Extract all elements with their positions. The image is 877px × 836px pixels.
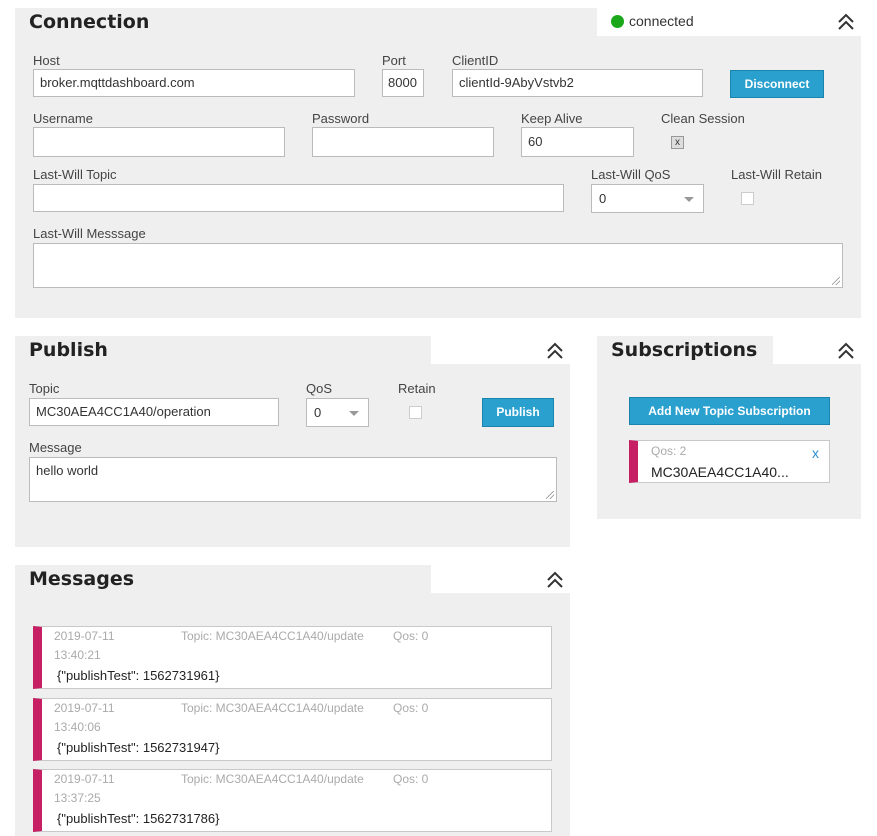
remove-subscription-icon[interactable]: x	[812, 445, 819, 461]
message-time: 13:37:25	[54, 791, 101, 805]
resize-grip-icon[interactable]	[546, 491, 554, 499]
lastwill-qos-value: 0	[599, 191, 607, 206]
connection-status: connected	[611, 13, 694, 29]
clean-session-label: Clean Session	[661, 111, 745, 126]
messages-title: Messages	[15, 565, 431, 593]
chevron-down-icon	[684, 196, 694, 202]
password-input[interactable]	[312, 127, 494, 157]
lastwill-topic-input[interactable]	[33, 184, 564, 212]
lastwill-qos-label: Last-Will QoS	[591, 167, 671, 182]
lastwill-message-textarea[interactable]	[33, 243, 843, 288]
status-text: connected	[629, 13, 694, 29]
publish-message-textarea[interactable]: hello world	[29, 457, 557, 502]
username-input[interactable]	[33, 127, 285, 157]
publish-topic-input[interactable]: MC30AEA4CC1A40/operation	[29, 398, 279, 426]
message-item[interactable]: 2019-07-11 13:37:25 Topic: MC30AEA4CC1A4…	[33, 769, 552, 832]
port-input[interactable]: 8000	[382, 69, 424, 97]
password-label: Password	[312, 111, 370, 126]
disconnect-button[interactable]: Disconnect	[730, 70, 824, 98]
chevron-down-icon	[349, 410, 359, 416]
username-label: Username	[33, 111, 93, 126]
subscription-topic: MC30AEA4CC1A40...	[651, 464, 789, 480]
publish-qos-select[interactable]: 0	[306, 398, 369, 427]
lastwill-message-label: Last-Will Messsage	[33, 226, 146, 241]
resize-grip-icon[interactable]	[832, 277, 840, 285]
message-item[interactable]: 2019-07-11 13:40:21 Topic: MC30AEA4CC1A4…	[33, 626, 552, 689]
message-date: 2019-07-11	[54, 772, 115, 786]
message-date: 2019-07-11	[54, 701, 115, 715]
lastwill-retain-label: Last-Will Retain	[731, 167, 823, 182]
keepalive-label: Keep Alive	[521, 111, 583, 126]
publish-collapse-icon[interactable]	[545, 341, 565, 361]
lastwill-qos-select[interactable]: 0	[591, 184, 704, 213]
message-time: 13:40:21	[54, 648, 101, 662]
message-payload: {"publishTest": 1562731947}	[57, 740, 220, 755]
host-input[interactable]: broker.mqttdashboard.com	[33, 69, 355, 97]
message-time: 13:40:06	[54, 720, 101, 734]
message-qos: Qos: 0	[393, 629, 429, 643]
message-date: 2019-07-11	[54, 629, 115, 643]
publish-panel	[15, 364, 570, 547]
publish-retain-label: Retain	[398, 381, 436, 396]
clientid-label: ClientID	[452, 53, 499, 68]
subscriptions-collapse-icon[interactable]	[836, 341, 856, 361]
host-label: Host	[33, 53, 60, 68]
message-topic: Topic: MC30AEA4CC1A40/update	[181, 629, 364, 643]
clean-session-checkbox[interactable]: x	[671, 136, 684, 149]
status-dot-icon	[611, 14, 624, 28]
subscription-qos: Qos: 2	[651, 444, 687, 458]
publish-qos-value: 0	[314, 405, 322, 420]
message-payload: {"publishTest": 1562731786}	[57, 811, 220, 826]
publish-topic-label: Topic	[29, 381, 60, 396]
publish-retain-checkbox[interactable]	[409, 406, 422, 419]
lastwill-topic-label: Last-Will Topic	[33, 167, 117, 182]
subscription-item[interactable]: Qos: 2 MC30AEA4CC1A40... x	[629, 440, 830, 483]
publish-qos-label: QoS	[306, 381, 333, 396]
message-topic: Topic: MC30AEA4CC1A40/update	[181, 772, 364, 786]
lastwill-retain-checkbox[interactable]	[741, 192, 754, 205]
port-label: Port	[382, 53, 406, 68]
messages-collapse-icon[interactable]	[545, 570, 565, 590]
message-item[interactable]: 2019-07-11 13:40:06 Topic: MC30AEA4CC1A4…	[33, 698, 552, 761]
add-subscription-button[interactable]: Add New Topic Subscription	[629, 397, 830, 425]
subscriptions-title: Subscriptions	[597, 336, 773, 364]
publish-message-value: hello world	[36, 463, 99, 478]
publish-button[interactable]: Publish	[482, 398, 554, 427]
publish-message-label: Message	[29, 440, 82, 455]
message-qos: Qos: 0	[393, 772, 429, 786]
keepalive-input[interactable]: 60	[521, 127, 634, 157]
message-payload: {"publishTest": 1562731961}	[57, 668, 220, 683]
message-topic: Topic: MC30AEA4CC1A40/update	[181, 701, 364, 715]
connection-collapse-icon[interactable]	[836, 12, 856, 32]
clientid-input[interactable]: clientId-9AbyVstvb2	[452, 69, 703, 97]
publish-title: Publish	[15, 336, 431, 364]
connection-title: Connection	[15, 8, 597, 36]
message-qos: Qos: 0	[393, 701, 429, 715]
